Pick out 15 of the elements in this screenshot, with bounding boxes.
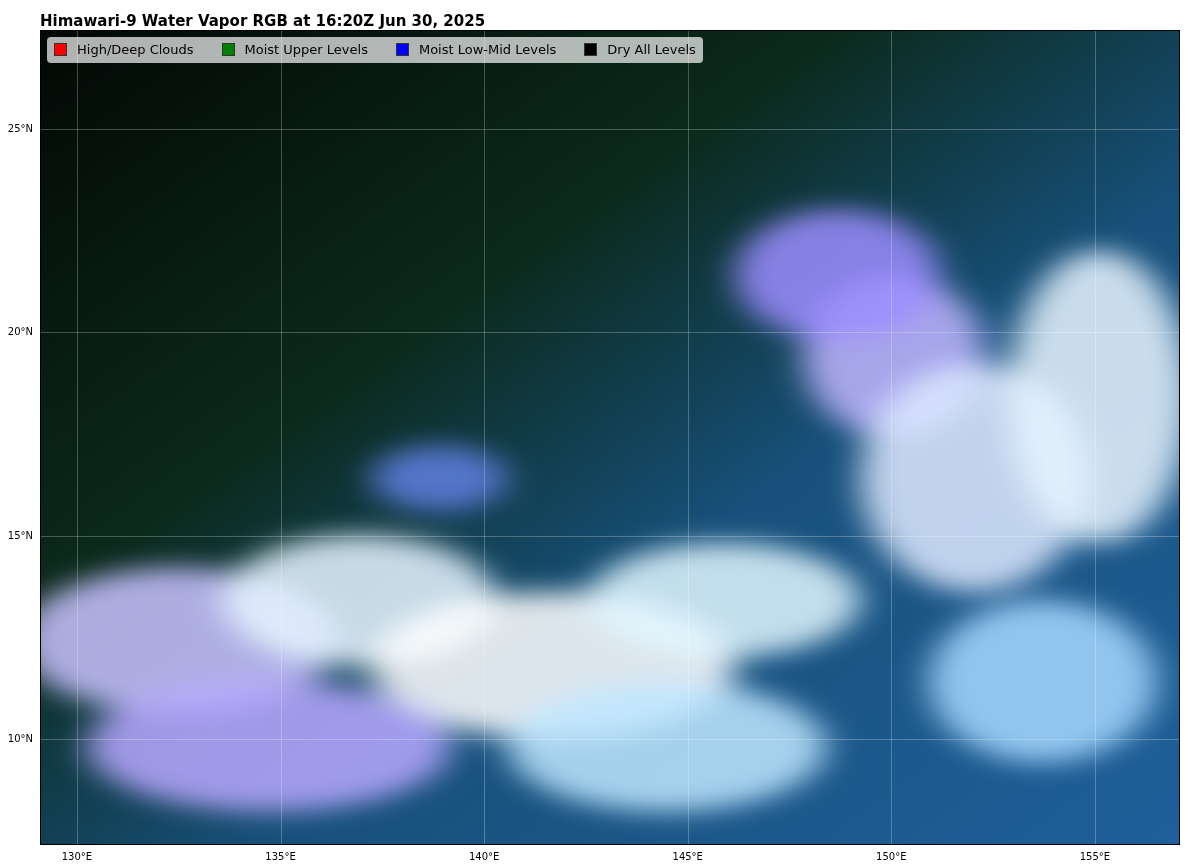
latitude-label: 10°N	[7, 734, 33, 745]
latitude-label: 20°N	[7, 327, 33, 338]
latitude-label: 25°N	[7, 123, 33, 134]
longitude-label: 135°E	[265, 852, 296, 862]
legend-label: High/Deep Clouds	[77, 41, 194, 59]
chart-title: Himawari-9 Water Vapor RGB at 16:20Z Jun 30, 2025	[40, 12, 486, 30]
legend-label: Moist Upper Levels	[244, 41, 368, 59]
longitude-label: 130°E	[61, 852, 93, 862]
longitude-label: 145°E	[672, 852, 703, 862]
longitude-label: 150°E	[876, 852, 907, 862]
legend-label: Dry All Levels	[607, 41, 696, 59]
longitude-label: 140°E	[468, 852, 500, 862]
longitude-label: 155°E	[1079, 852, 1111, 862]
legend-label: Moist Low-Mid Levels	[418, 41, 557, 59]
latitude-label: 15°N	[7, 530, 33, 541]
